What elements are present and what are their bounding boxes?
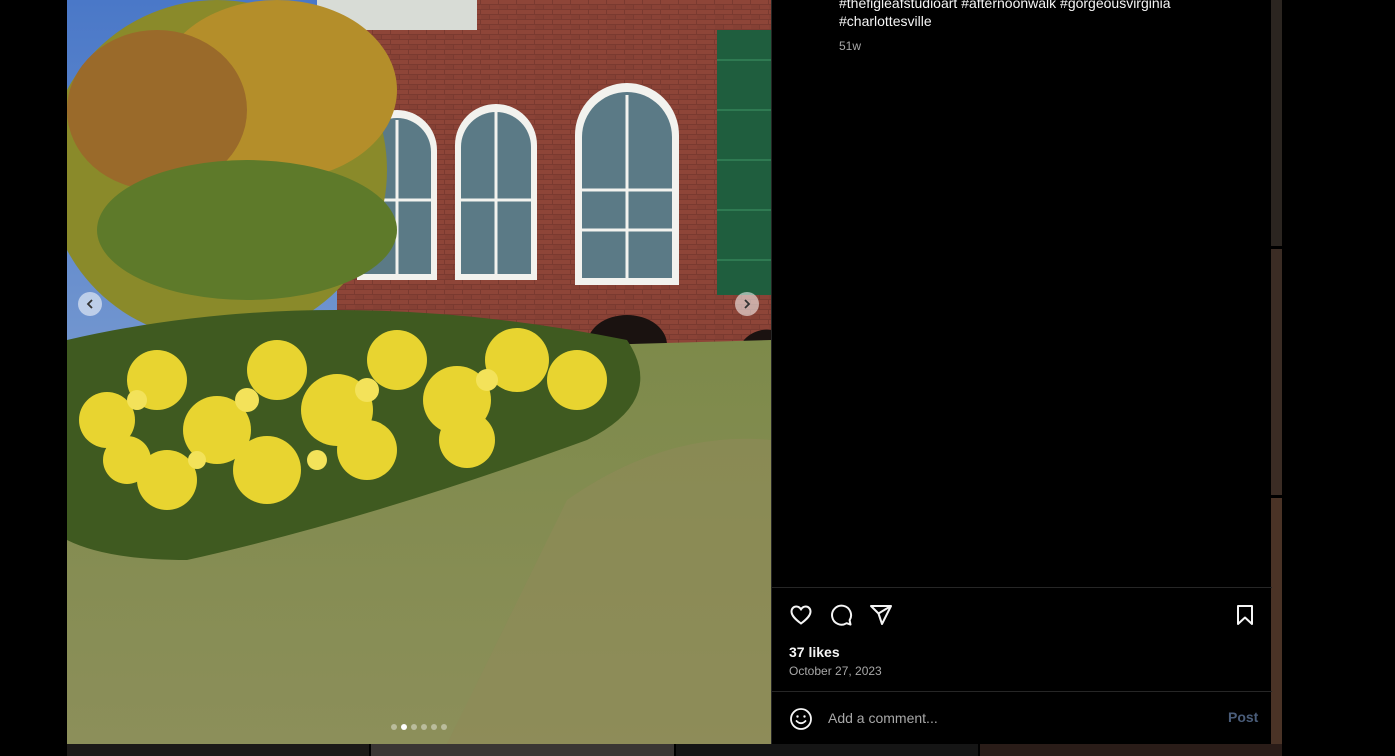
carousel-dot [441,724,447,730]
carousel-dot-active [401,724,407,730]
chevron-right-icon [744,299,751,309]
post-details-panel: #thefigleafstudioart #afternoonwalk #gor… [771,0,1272,744]
carousel-prev-button[interactable] [78,292,102,316]
share-button[interactable] [868,602,894,628]
carousel-dot [411,724,417,730]
comment-composer: Post [772,691,1272,744]
background-grid-right [1271,0,1282,744]
carousel-dot [431,724,437,730]
comment-input[interactable] [828,707,1208,729]
emoji-button[interactable] [788,706,814,732]
save-button[interactable] [1232,602,1258,628]
carousel-next-button[interactable] [735,292,759,316]
post-comment-button[interactable]: Post [1228,709,1258,725]
post-photo[interactable] [67,0,771,744]
chevron-left-icon [86,299,93,309]
carousel-indicator [67,724,771,730]
background-grid-bottom [67,744,1282,756]
heart-icon [790,605,812,625]
garden-photo-illustration [67,0,771,744]
caption-time-ago[interactable]: 51w [839,39,861,53]
caption-hashtags-line1[interactable]: #thefigleafstudioart #afternoonwalk #gor… [839,0,1239,12]
likes-count[interactable]: 37 likes [789,644,840,660]
post-modal-page: #thefigleafstudioart #afternoonwalk #gor… [0,0,1395,756]
carousel-dot [391,724,397,730]
bookmark-icon [1237,605,1253,625]
paper-plane-icon [870,605,892,625]
post-caption: #thefigleafstudioart #afternoonwalk #gor… [839,0,1239,30]
comment-button[interactable] [828,602,854,628]
post-actions-bar: 37 likes October 27, 2023 [772,587,1272,691]
caption-hashtags-line2[interactable]: #charlottesville [839,12,1239,30]
carousel-dot [421,724,427,730]
emoji-smile-icon [790,708,812,730]
post-date[interactable]: October 27, 2023 [789,664,882,678]
comment-icon [831,604,853,626]
like-button[interactable] [788,602,814,628]
